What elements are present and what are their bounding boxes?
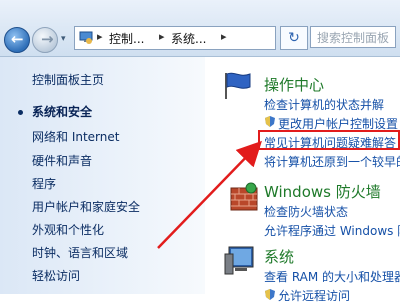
annotation-arrow	[157, 140, 262, 249]
